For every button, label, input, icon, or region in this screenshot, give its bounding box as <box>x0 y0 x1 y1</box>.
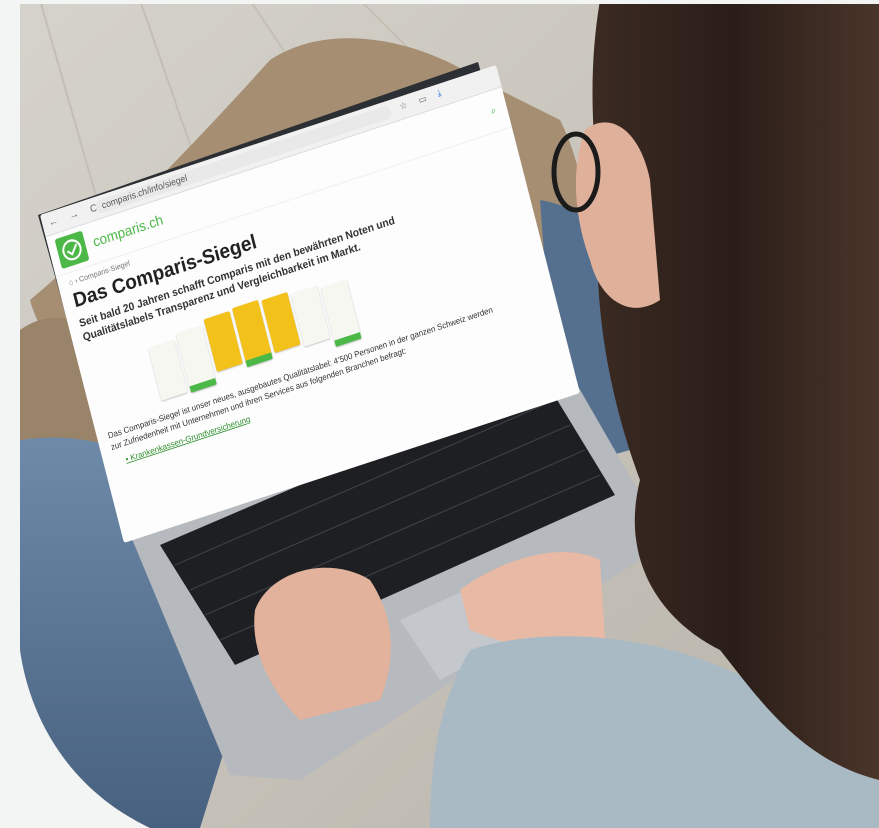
download-icon[interactable]: ⤓ <box>436 88 442 100</box>
comparis-logo-icon[interactable] <box>54 230 90 270</box>
photo-stage: ← → C comparis.ch/info/siegel ☆ ▭ ⤓ comp… <box>0 0 879 828</box>
search-icon[interactable]: ⌕ <box>489 104 497 118</box>
star-icon[interactable]: ☆ <box>398 99 408 112</box>
tab-icon[interactable]: ▭ <box>417 93 427 106</box>
